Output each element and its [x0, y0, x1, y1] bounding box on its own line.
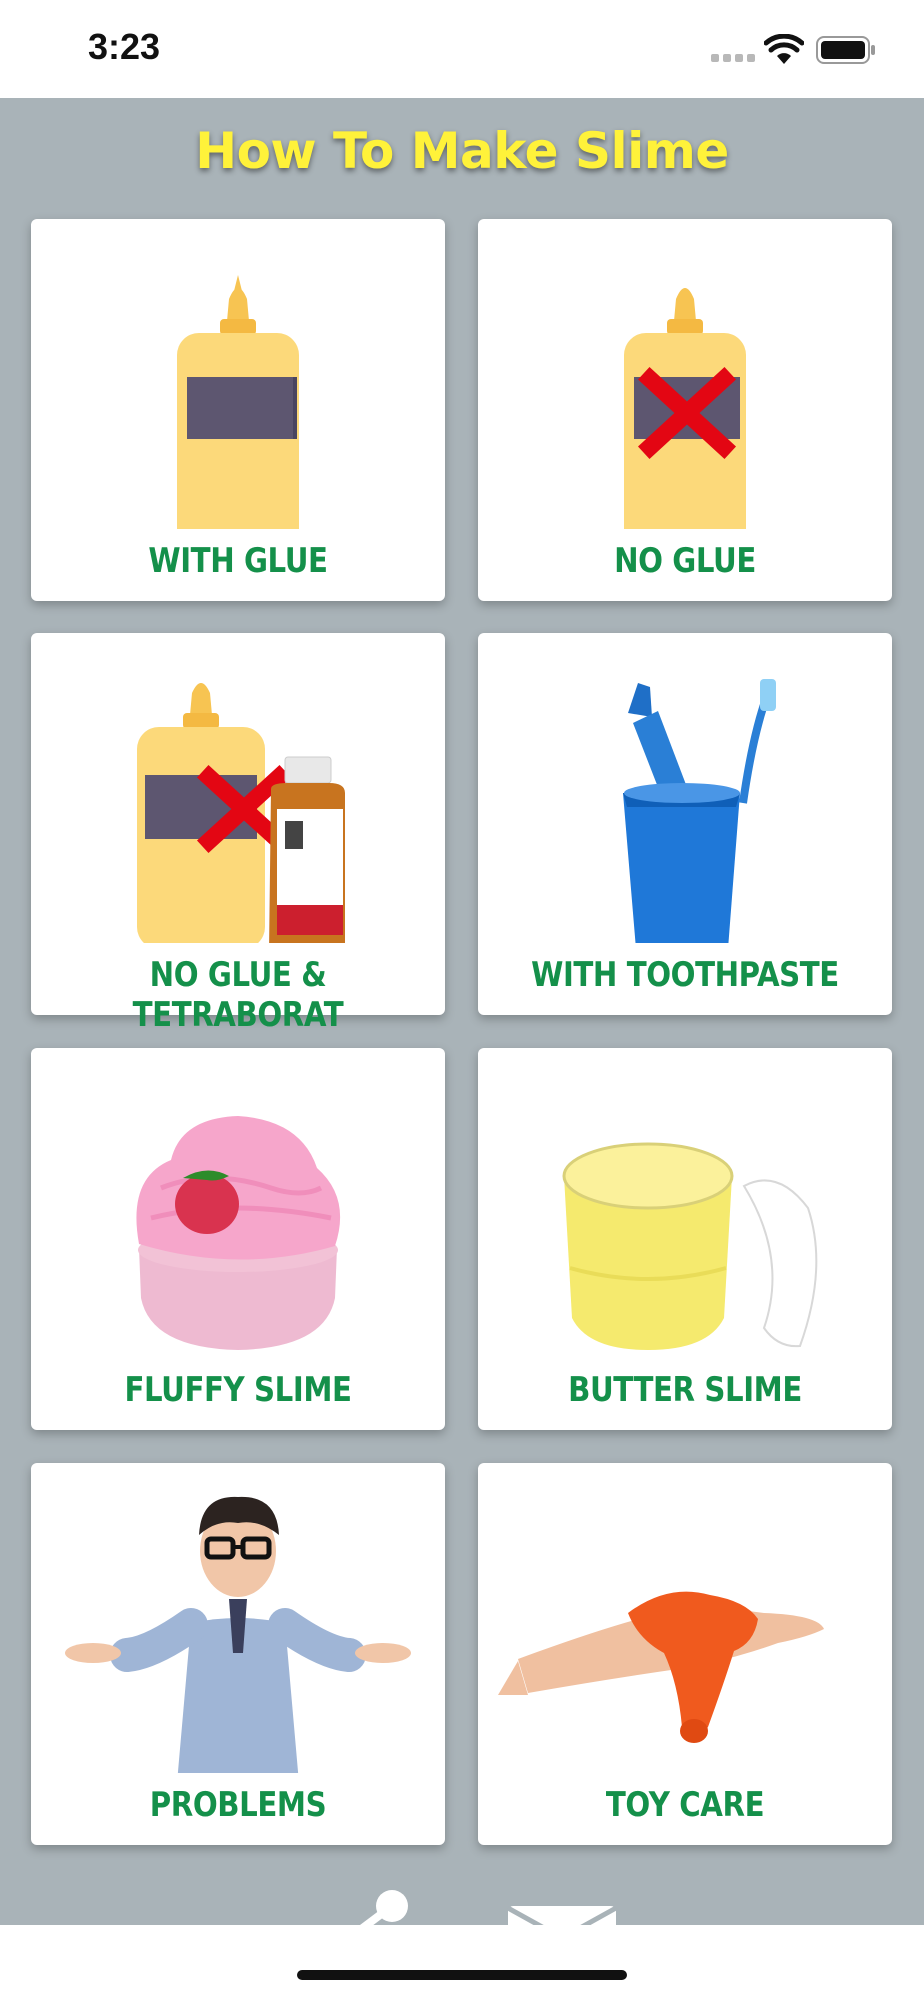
card-problems[interactable]: PROBLEMS	[31, 1463, 445, 1845]
wifi-icon	[764, 34, 804, 64]
no-glue-icon	[624, 288, 746, 529]
status-time: 3:23	[88, 26, 161, 67]
battery-icon	[816, 36, 875, 64]
card-label: WITH GLUE	[148, 541, 328, 581]
card-label: TOY CARE	[605, 1785, 765, 1825]
glue-bottle-icon	[177, 275, 299, 529]
card-butter-slime[interactable]: BUTTER SLIME	[478, 1048, 892, 1430]
mail-icon[interactable]	[506, 1902, 618, 1925]
no-glue-tetraborat-icon	[137, 683, 345, 943]
card-label: FLUFFY SLIME	[124, 1370, 352, 1410]
bottom-bar-partial	[0, 1880, 924, 1925]
home-indicator[interactable]	[297, 1970, 627, 1980]
card-label: NO GLUE	[614, 541, 756, 581]
page-title: How To Make Slime	[195, 122, 729, 180]
share-icon[interactable]	[340, 1890, 420, 1925]
shrugging-person-icon	[65, 1496, 411, 1773]
home-indicator-area	[0, 1925, 924, 2000]
toothpaste-cup-icon	[623, 679, 776, 943]
slime-hand-icon	[498, 1591, 824, 1743]
card-with-glue[interactable]: WITH GLUE	[31, 219, 445, 601]
card-no-glue-tetraborat[interactable]: NO GLUE & TETRABORAT	[31, 633, 445, 1035]
card-toy-care[interactable]: TOY CARE	[478, 1463, 892, 1845]
card-label: PROBLEMS	[149, 1785, 327, 1825]
card-label: BUTTER SLIME	[568, 1370, 802, 1410]
cellular-signal-icon	[711, 54, 755, 64]
status-bar: 3:23	[0, 0, 924, 98]
card-fluffy-slime[interactable]: FLUFFY SLIME	[31, 1048, 445, 1430]
card-no-glue[interactable]: NO GLUE	[478, 219, 892, 601]
card-label: NO GLUE & TETRABORAT	[132, 955, 344, 1035]
card-with-toothpaste[interactable]: WITH TOOTHPASTE	[478, 633, 892, 1015]
butter-slime-icon	[562, 1142, 818, 1350]
card-label: WITH TOOTHPASTE	[531, 955, 839, 995]
fluffy-slime-icon	[136, 1116, 341, 1350]
